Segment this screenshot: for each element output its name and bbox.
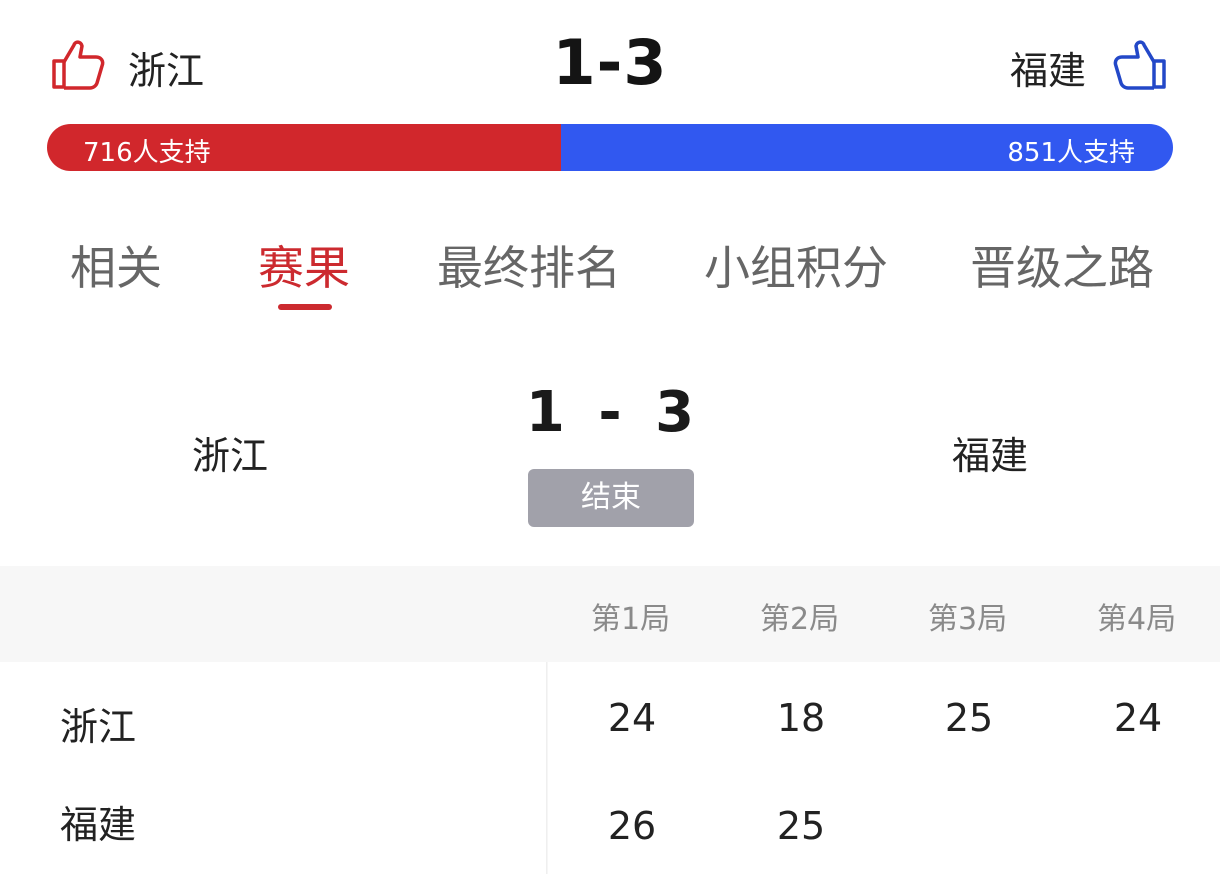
set-header-3: 第3局 <box>928 602 1008 637</box>
tab-advancement-path[interactable]: 晋级之路 <box>970 232 1154 298</box>
away-support-label: 851人支持 <box>1007 138 1135 168</box>
set-score-cell: 18 <box>776 696 826 740</box>
tab-final-ranking[interactable]: 最终排名 <box>437 232 621 298</box>
set-score-cell: 26 <box>607 804 657 848</box>
active-tab-indicator <box>278 304 332 310</box>
set-header-4: 第4局 <box>1097 602 1177 637</box>
thumbs-up-icon[interactable] <box>1112 35 1170 93</box>
scoreboard-row-team: 福建 <box>60 803 137 847</box>
tab-bar: 相关 赛果 最终排名 小组积分 晋级之路 <box>0 232 1220 322</box>
away-support-fill: 851人支持 <box>561 124 1173 171</box>
support-bar: 716人支持 851人支持 <box>47 124 1173 171</box>
home-support-fill: 716人支持 <box>47 124 562 171</box>
set-header-2: 第2局 <box>760 602 840 637</box>
set-score-cell: 24 <box>607 696 657 740</box>
scoreboard-row-team: 浙江 <box>60 705 137 749</box>
set-header-1: 第1局 <box>591 602 671 637</box>
tab-results[interactable]: 赛果 <box>258 232 350 298</box>
scoreboard-divider <box>546 662 548 874</box>
away-team-name: 福建 <box>1010 49 1087 93</box>
set-score-cell: 25 <box>776 804 826 848</box>
home-support-label: 716人支持 <box>83 138 211 168</box>
summary-away-team: 福建 <box>952 434 1029 478</box>
summary-score: 1 - 3 <box>525 380 695 445</box>
tab-related[interactable]: 相关 <box>70 232 162 298</box>
match-status-badge: 结束 <box>528 469 694 527</box>
set-score-cell: 24 <box>1113 696 1163 740</box>
match-header: 浙江 1-3 福建 <box>0 0 1220 120</box>
tab-group-points[interactable]: 小组积分 <box>704 232 888 298</box>
set-score-cell: 25 <box>944 696 994 740</box>
